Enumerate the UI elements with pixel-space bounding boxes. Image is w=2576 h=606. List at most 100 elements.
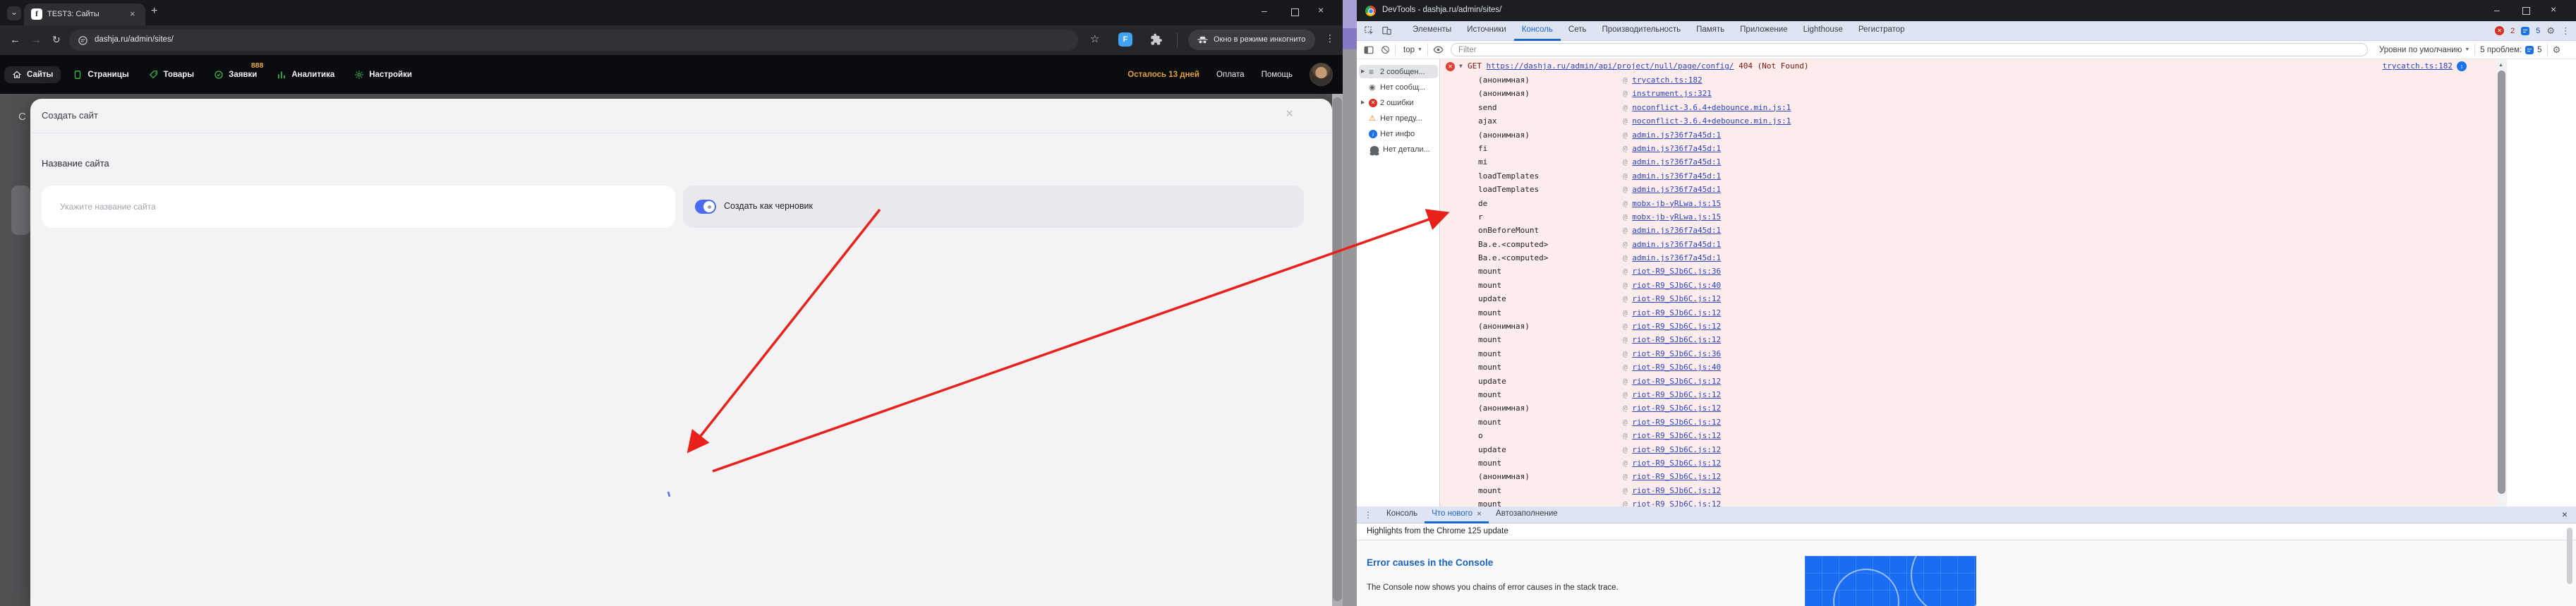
stack-frame-file-link[interactable]: riot-R9_SJb6C.js:36: [1632, 349, 1721, 358]
stack-frame-file-link[interactable]: instrument.js:321: [1632, 89, 1712, 98]
stack-frame-file-link[interactable]: riot-R9_SJb6C.js:12: [1632, 294, 1721, 303]
nav-link-help[interactable]: Помощь: [1262, 71, 1293, 79]
site-name-input[interactable]: [42, 186, 675, 228]
bookmark-icon[interactable]: [1090, 34, 1099, 44]
stack-frame-file-link[interactable]: riot-R9_SJb6C.js:12: [1632, 404, 1721, 413]
stack-frame-file-link[interactable]: mobx-jb-yRLwa.js:15: [1632, 212, 1721, 222]
back-icon[interactable]: [10, 35, 20, 45]
site-settings-icon[interactable]: [78, 35, 88, 46]
devtools-menu-icon[interactable]: [2561, 26, 2570, 35]
drawer-scrollbar[interactable]: [2566, 525, 2573, 606]
stack-frame-file-link[interactable]: admin.js?36f7a45d:1: [1632, 185, 1721, 194]
stack-frame-file-link[interactable]: trycatch.ts:182: [1632, 75, 1702, 85]
console-sidebar-item-Нет преду...[interactable]: Нет преду...: [1359, 111, 1438, 125]
sidebar-item-Заявки[interactable]: Заявки888: [206, 66, 265, 83]
scroll-up-icon[interactable]: [2498, 62, 2503, 67]
stack-frame-file-link[interactable]: admin.js?36f7a45d:1: [1632, 157, 1721, 166]
console-context-selector[interactable]: top: [1403, 46, 1415, 54]
stack-frame-file-link[interactable]: admin.js?36f7a45d:1: [1632, 171, 1721, 181]
stack-frame-file-link[interactable]: riot-R9_SJb6C.js:12: [1632, 459, 1721, 468]
stack-frame-file-link[interactable]: riot-R9_SJb6C.js:12: [1632, 335, 1721, 344]
extensions-puzzle-icon[interactable]: [1150, 33, 1163, 46]
stack-frame-file-link[interactable]: noconflict-3.6.4+debounce.min.js:1: [1632, 103, 1791, 112]
draft-toggle[interactable]: [695, 200, 716, 214]
console-sidebar-item-Нет детали...[interactable]: Нет детали...: [1359, 143, 1438, 156]
sidebar-item-Сайты[interactable]: Сайты: [4, 66, 61, 83]
console-sidebar-toggle-icon[interactable]: [1364, 46, 1374, 54]
console-sidebar-item-Нет сообщ...[interactable]: Нет сообщ...: [1359, 80, 1438, 94]
forward-icon[interactable]: [31, 35, 42, 45]
clear-console-icon[interactable]: [1381, 45, 1390, 54]
modal-close-icon[interactable]: [1286, 107, 1293, 121]
inspect-element-icon[interactable]: [1364, 25, 1374, 36]
stack-frame-file-link[interactable]: riot-R9_SJb6C.js:12: [1632, 322, 1721, 331]
device-toolbar-icon[interactable]: [1381, 25, 1392, 36]
tab-Источники[interactable]: Источники: [1459, 21, 1514, 41]
window-minimize-button[interactable]: [1262, 6, 1267, 16]
stack-frame-file-link[interactable]: riot-R9_SJb6C.js:12: [1632, 486, 1721, 495]
nav-link-payment[interactable]: Оплата: [1216, 71, 1245, 79]
error-source-link[interactable]: trycatch.ts:182: [2383, 61, 2453, 71]
stack-frame-file-link[interactable]: riot-R9_SJb6C.js:36: [1632, 267, 1721, 276]
source-map-badge-icon[interactable]: [2457, 61, 2467, 71]
drawer-tab-close-icon[interactable]: [1477, 509, 1482, 518]
stack-frame-file-link[interactable]: riot-R9_SJb6C.js:12: [1632, 499, 1721, 507]
browser-tab[interactable]: f TEST3: Сайты: [24, 4, 145, 25]
console-sidebar-item-2 ошибки[interactable]: ✕2 ошибки: [1359, 96, 1438, 109]
stack-frame-file-link[interactable]: riot-R9_SJb6C.js:12: [1632, 418, 1721, 427]
console-settings-icon[interactable]: [2553, 45, 2561, 54]
stack-frame-file-link[interactable]: admin.js?36f7a45d:1: [1632, 131, 1721, 140]
console-sidebar-item-2 сообщен...[interactable]: 2 сообщен...: [1359, 65, 1438, 78]
reload-icon[interactable]: [52, 35, 61, 44]
tab-Производительность[interactable]: Производительность: [1594, 21, 1688, 41]
tab-Сеть[interactable]: Сеть: [1561, 21, 1595, 41]
issues-summary[interactable]: 5 проблем: 5: [2480, 46, 2541, 54]
stack-frame-file-link[interactable]: riot-R9_SJb6C.js:12: [1632, 445, 1721, 454]
stack-frame-file-link[interactable]: riot-R9_SJb6C.js:12: [1632, 390, 1721, 399]
window-close-button[interactable]: [1318, 5, 1324, 15]
page-scrollbar[interactable]: [1332, 94, 1343, 606]
tab-Регистратор[interactable]: Регистратор: [1851, 21, 1913, 41]
stack-frame-file-link[interactable]: admin.js?36f7a45d:1: [1632, 226, 1721, 235]
stack-frame-file-link[interactable]: riot-R9_SJb6C.js:40: [1632, 363, 1721, 372]
sidebar-item-Аналитика[interactable]: Аналитика: [269, 66, 342, 83]
console-scrollbar[interactable]: [2496, 59, 2507, 507]
scrollbar-thumb[interactable]: [2498, 71, 2505, 494]
tab-Lighthouse[interactable]: Lighthouse: [1796, 21, 1851, 41]
tab-search-icon[interactable]: [7, 6, 21, 20]
stack-frame-file-link[interactable]: riot-R9_SJb6C.js:40: [1632, 281, 1721, 290]
expander-icon[interactable]: [1361, 100, 1366, 105]
browser-menu-icon[interactable]: [1325, 33, 1335, 43]
sidebar-item-Настройки[interactable]: Настройки: [346, 66, 420, 83]
devtools-minimize-button[interactable]: [2494, 5, 2500, 15]
address-bar[interactable]: dashja.ru/admin/sites/: [69, 30, 1078, 51]
devtools-maximize-button[interactable]: [2522, 7, 2530, 15]
article-title[interactable]: Error causes in the Console: [1367, 557, 1493, 568]
drawer-menu-icon[interactable]: [1357, 511, 1379, 519]
tab-Элементы[interactable]: Элементы: [1405, 21, 1459, 41]
log-levels-selector[interactable]: Уровни по умолчанию: [2379, 46, 2462, 54]
stack-frame-file-link[interactable]: admin.js?36f7a45d:1: [1632, 253, 1721, 262]
issues-badge-icon[interactable]: [2521, 27, 2529, 35]
sidebar-item-Товары[interactable]: Товары: [141, 66, 202, 83]
tab-close-icon[interactable]: [130, 9, 135, 18]
stack-frame-file-link[interactable]: admin.js?36f7a45d:1: [1632, 144, 1721, 153]
stack-frame-file-link[interactable]: riot-R9_SJb6C.js:12: [1632, 431, 1721, 440]
stack-frame-file-link[interactable]: admin.js?36f7a45d:1: [1632, 240, 1721, 249]
stack-frame-file-link[interactable]: riot-R9_SJb6C.js:12: [1632, 308, 1721, 317]
window-maximize-button[interactable]: [1291, 8, 1299, 16]
error-url-link[interactable]: https://dashja.ru/admin/api/project/null…: [1487, 61, 1734, 71]
devtools-settings-icon[interactable]: [2546, 26, 2555, 35]
devtools-close-button[interactable]: [2551, 4, 2556, 14]
drawer-close-icon[interactable]: [2562, 509, 2568, 519]
drawer-tab-Автозаполнение[interactable]: Автозаполнение: [1489, 507, 1565, 523]
tab-Память[interactable]: Память: [1688, 21, 1732, 41]
console-filter-input[interactable]: [1451, 43, 2368, 56]
expander-icon[interactable]: [1361, 69, 1366, 74]
live-expression-eye-icon[interactable]: [1433, 46, 1444, 54]
stack-frame-file-link[interactable]: riot-R9_SJb6C.js:12: [1632, 377, 1721, 386]
avatar[interactable]: [1310, 63, 1333, 86]
extension-icon[interactable]: F: [1118, 32, 1132, 47]
expand-triangle-icon[interactable]: [1459, 63, 1463, 69]
stack-frame-file-link[interactable]: mobx-jb-yRLwa.js:15: [1632, 199, 1721, 208]
